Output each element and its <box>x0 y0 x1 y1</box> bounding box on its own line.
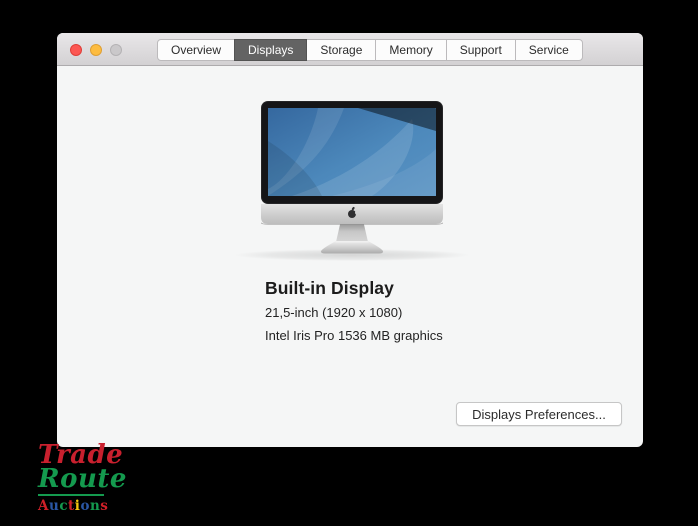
display-graphics-info: Intel Iris Pro 1536 MB graphics <box>265 328 443 343</box>
close-button[interactable] <box>70 44 82 56</box>
window-controls <box>70 44 122 56</box>
imac-stand <box>320 224 384 254</box>
logo-auctions-letter: u <box>48 498 60 514</box>
tab-support-label: Support <box>459 43 502 57</box>
tab-memory-label: Memory <box>389 43 433 57</box>
logo-auctions-letter: t <box>68 498 75 514</box>
tab-storage[interactable]: Storage <box>306 39 377 61</box>
imac-illustration <box>222 101 482 263</box>
logo-auctions-letter: s <box>100 498 109 514</box>
tab-displays-label: Displays <box>248 43 294 57</box>
logo-auctions-letter: A <box>38 498 49 514</box>
minimize-button[interactable] <box>90 44 102 56</box>
tab-bar: Overview Displays Storage Memory Support… <box>157 39 583 61</box>
tab-memory[interactable]: Memory <box>375 39 447 61</box>
logo-auctions-letter: o <box>80 498 90 514</box>
imac-graphic <box>234 101 470 261</box>
tab-overview[interactable]: Overview <box>157 39 236 61</box>
screenshot-background: Overview Displays Storage Memory Support… <box>0 0 698 526</box>
tab-service-label: Service <box>528 43 569 57</box>
tab-support[interactable]: Support <box>445 39 516 61</box>
display-size-resolution: 21,5-inch (1920 x 1080) <box>265 305 403 320</box>
displays-preferences-button[interactable]: Displays Preferences... <box>456 402 622 426</box>
tab-displays[interactable]: Displays <box>234 39 308 61</box>
logo-divider <box>38 494 104 496</box>
display-title: Built-in Display <box>265 278 394 298</box>
zoom-button-disabled <box>110 44 122 56</box>
tab-overview-label: Overview <box>171 43 222 57</box>
tab-storage-label: Storage <box>320 43 363 57</box>
window-titlebar[interactable]: Overview Displays Storage Memory Support… <box>57 33 643 66</box>
about-this-mac-window: Overview Displays Storage Memory Support… <box>57 33 643 447</box>
trade-route-auctions-logo: Trade Route Auctions <box>38 442 148 514</box>
imac-screen-wallpaper <box>268 108 436 196</box>
logo-route-text: Route <box>38 464 127 494</box>
logo-auctions-text: Auctions <box>38 498 148 514</box>
logo-auctions-letter: n <box>89 498 101 514</box>
tab-service[interactable]: Service <box>514 39 583 61</box>
logo-auctions-letter: c <box>59 498 69 514</box>
